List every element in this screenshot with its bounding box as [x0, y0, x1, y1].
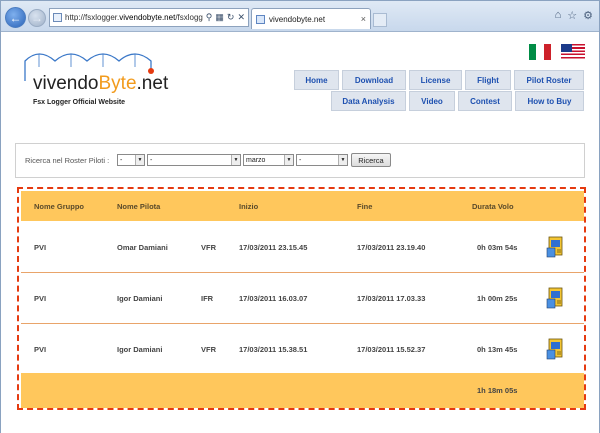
flight-table: Nome Gruppo Nome Pilota Inizio Fine Dura… — [17, 187, 586, 410]
tab-close-icon[interactable]: × — [361, 14, 366, 24]
italian-flag-icon[interactable] — [529, 44, 551, 60]
search-button[interactable]: Ricerca — [351, 153, 391, 167]
tab-vivendobyte[interactable]: vivendobyte.net × — [251, 8, 371, 29]
menu-license[interactable]: License — [409, 70, 462, 90]
cell-pilot: Igor Damiani — [117, 294, 163, 303]
menu-download[interactable]: Download — [342, 70, 406, 90]
table-header-row: Nome Gruppo Nome Pilota Inizio Fine Dura… — [21, 191, 584, 221]
new-tab-button[interactable] — [373, 13, 387, 27]
search-icon[interactable]: ⚲ — [206, 12, 213, 23]
logo-subtitle: Fsx Logger Official Website — [33, 99, 126, 106]
cell-group: PVI — [34, 243, 47, 252]
web-page: vivendoByte.net Fsx Logger Official Webs… — [1, 33, 599, 433]
address-bar[interactable]: http://fsxlogger.vivendobyte.net/fsxlogg… — [49, 8, 249, 27]
home-icon[interactable]: ⌂ — [555, 9, 562, 22]
menu-contest[interactable]: Contest — [458, 91, 512, 111]
menu-data-analysis[interactable]: Data Analysis — [331, 91, 406, 111]
menu-pilot-roster[interactable]: Pilot Roster — [514, 70, 584, 90]
cell-duration: 1h 00m 25s — [477, 294, 518, 303]
table-row[interactable]: PVI Igor Damiani IFR 17/03/2011 16.03.07… — [21, 274, 584, 324]
table-row[interactable]: PVI Omar Damiani VFR 17/03/2011 23.15.45… — [21, 223, 584, 273]
cell-group: PVI — [34, 344, 47, 354]
table-row[interactable]: PVI Igor Damiani VFR 17/03/2011 15.38.51… — [21, 325, 584, 373]
cell-group: PVI — [34, 294, 47, 303]
menu-flight[interactable]: Flight — [465, 70, 511, 90]
forward-arrow-icon[interactable]: → — [28, 9, 46, 27]
refresh-icon[interactable]: ↻ — [227, 12, 235, 23]
us-flag-icon[interactable] — [561, 44, 585, 60]
cell-start: 17/03/2011 16.03.07 — [239, 294, 308, 303]
cell-end: 17/03/2011 17.03.33 — [357, 294, 426, 303]
header-group: Nome Gruppo — [34, 201, 84, 211]
cell-end: 17/03/2011 23.19.40 — [357, 243, 426, 252]
header-end: Fine — [357, 201, 373, 211]
menu-home[interactable]: Home — [294, 70, 339, 90]
stop-icon[interactable]: ✕ — [237, 12, 245, 23]
flight-log-icon[interactable] — [546, 338, 566, 360]
roster-search-form: Ricerca nel Roster Piloti : - ▼ - ▼ marzo ▼… — [15, 143, 585, 178]
menu-how-to-buy[interactable]: How to Buy — [515, 91, 584, 111]
logo-text: vivendoByte.net — [33, 73, 169, 94]
cell-start: 17/03/2011 15.38.51 — [239, 344, 308, 354]
cell-duration: 0h 13m 45s — [477, 344, 518, 354]
back-arrow-icon[interactable]: ← — [5, 7, 26, 28]
header-duration: Durata Volo — [472, 201, 514, 211]
address-url: http://fsxlogger.vivendobyte.net/fsxlogg… — [65, 13, 203, 22]
browser-actions: ⌂ ☆ ⚙ — [555, 9, 593, 22]
header-pilot: Nome Pilota — [117, 201, 161, 211]
page-icon — [53, 13, 62, 22]
chevron-down-icon: ▼ — [284, 155, 293, 165]
table-total-row: 1h 18m 05s — [21, 373, 584, 408]
gear-icon[interactable]: ⚙ — [583, 9, 593, 22]
cell-rule: VFR — [201, 243, 216, 252]
total-duration: 1h 18m 05s — [477, 386, 518, 395]
favorites-star-icon[interactable]: ☆ — [567, 9, 577, 22]
chevron-down-icon: ▼ — [231, 155, 240, 165]
header-start: Inizio — [239, 201, 259, 211]
flight-log-icon[interactable] — [546, 236, 566, 258]
tab-title: vivendobyte.net — [269, 14, 326, 24]
browser-toolbar: ← → http://fsxlogger.vivendobyte.net/fsx… — [1, 1, 599, 32]
select-2[interactable]: - ▼ — [147, 154, 241, 166]
select-month[interactable]: marzo ▼ — [243, 154, 294, 166]
cell-rule: IFR — [201, 294, 214, 303]
compat-view-icon[interactable]: ▦ — [215, 12, 224, 23]
cell-start: 17/03/2011 23.15.45 — [239, 243, 308, 252]
search-label: Ricerca nel Roster Piloti : — [25, 156, 110, 165]
cell-duration: 0h 03m 54s — [477, 243, 518, 252]
address-tools: ⚲ ▦ ↻ ✕ — [203, 12, 248, 23]
flight-log-icon[interactable] — [546, 287, 566, 309]
cell-rule: VFR — [201, 344, 216, 354]
menu-video[interactable]: Video — [409, 91, 455, 111]
cell-end: 17/03/2011 15.52.37 — [357, 344, 426, 354]
select-1[interactable]: - ▼ — [117, 154, 145, 166]
browser-window: ← → http://fsxlogger.vivendobyte.net/fsx… — [0, 0, 600, 433]
cell-pilot: Omar Damiani — [117, 243, 168, 252]
cell-pilot: Igor Damiani — [117, 344, 163, 354]
tab-favicon-icon — [256, 14, 265, 24]
chevron-down-icon: ▼ — [135, 155, 144, 165]
chevron-down-icon: ▼ — [338, 155, 347, 165]
select-4[interactable]: - ▼ — [296, 154, 348, 166]
site-logo[interactable]: vivendoByte.net Fsx Logger Official Webs… — [17, 41, 187, 111]
